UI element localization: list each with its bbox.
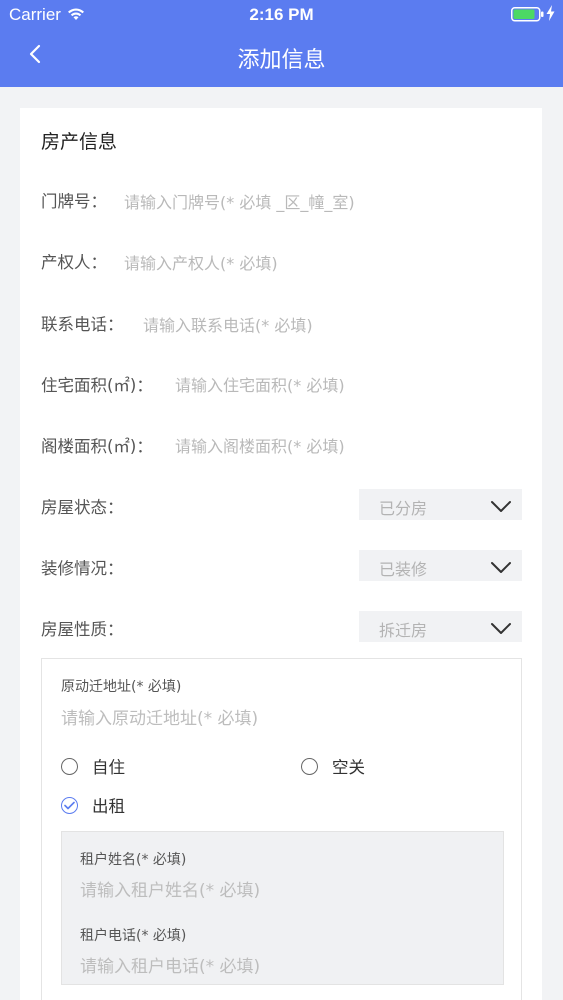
house-area-input[interactable]: 请输入住宅面积(* 必填) bbox=[175, 372, 345, 396]
status-time: 2:16 PM bbox=[249, 5, 314, 24]
owner-input[interactable]: 请输入产权人(* 必填) bbox=[124, 250, 278, 274]
house-status-label: 房屋状态： bbox=[41, 498, 124, 517]
property-info-card: 房产信息 门牌号： 请输入门牌号(* 必填 _区_幢_室) 产权人： 请输入产权… bbox=[20, 108, 542, 1000]
radio-unchecked-icon bbox=[61, 757, 78, 775]
chevron-down-icon bbox=[490, 498, 512, 517]
house-status-value: 已分房 bbox=[379, 499, 428, 518]
radio-rented[interactable]: 出租 bbox=[61, 793, 125, 817]
owner-label: 产权人： bbox=[41, 253, 107, 272]
tenant-phone-label: 租户电话(* 必填) bbox=[80, 928, 187, 944]
radio-checked-icon bbox=[61, 796, 78, 814]
door-number-label: 门牌号： bbox=[41, 192, 107, 211]
status-bar: Carrier 2:16 PM bbox=[0, 0, 563, 28]
charging-bolt-icon bbox=[546, 5, 555, 26]
radio-self-occupied[interactable]: 自住 bbox=[61, 754, 125, 778]
tenant-phone-input[interactable]: 请输入租户电话(* 必填) bbox=[80, 952, 260, 977]
tenant-info-box: 租户姓名(* 必填) 请输入租户姓名(* 必填) 租户电话(* 必填) 请输入租… bbox=[61, 831, 504, 985]
relocation-address-label: 原动迁地址(* 必填) bbox=[61, 679, 182, 695]
tenant-name-input[interactable]: 请输入租户姓名(* 必填) bbox=[80, 876, 260, 901]
tenant-name-label: 租户姓名(* 必填) bbox=[80, 852, 187, 868]
radio-label: 出租 bbox=[92, 797, 125, 816]
house-nature-select[interactable]: 拆迁房 bbox=[359, 611, 522, 642]
battery-icon bbox=[511, 7, 545, 27]
top-header: Carrier 2:16 PM 添加信息 bbox=[0, 0, 563, 87]
page-title: 添加信息 bbox=[237, 48, 326, 73]
attic-area-label: 阁楼面积(㎡)： bbox=[41, 437, 153, 456]
phone-label: 联系电话： bbox=[41, 315, 124, 334]
decoration-label: 装修情况： bbox=[41, 559, 124, 578]
chevron-down-icon bbox=[490, 620, 512, 639]
house-area-label: 住宅面积(㎡)： bbox=[41, 376, 153, 395]
phone-input[interactable]: 请输入联系电话(* 必填) bbox=[143, 312, 313, 336]
decoration-select[interactable]: 已装修 bbox=[359, 550, 522, 581]
decoration-value: 已装修 bbox=[379, 560, 428, 579]
house-nature-label: 房屋性质： bbox=[41, 620, 124, 639]
chevron-down-icon bbox=[490, 559, 512, 578]
door-number-input[interactable]: 请输入门牌号(* 必填 _区_幢_室) bbox=[124, 189, 355, 213]
radio-label: 自住 bbox=[92, 758, 125, 777]
house-status-select[interactable]: 已分房 bbox=[359, 489, 522, 520]
section-title: 房产信息 bbox=[41, 131, 118, 153]
house-nature-value: 拆迁房 bbox=[379, 621, 428, 640]
relocation-address-input[interactable]: 请输入原动迁地址(* 必填) bbox=[61, 704, 258, 729]
radio-vacant[interactable]: 空关 bbox=[301, 754, 365, 778]
attic-area-input[interactable]: 请输入阁楼面积(* 必填) bbox=[175, 433, 345, 457]
relocation-panel: 原动迁地址(* 必填) 请输入原动迁地址(* 必填) 自住 空关 出租 租户姓名… bbox=[41, 658, 522, 1000]
radio-unchecked-icon bbox=[301, 757, 318, 775]
radio-label: 空关 bbox=[332, 758, 365, 777]
